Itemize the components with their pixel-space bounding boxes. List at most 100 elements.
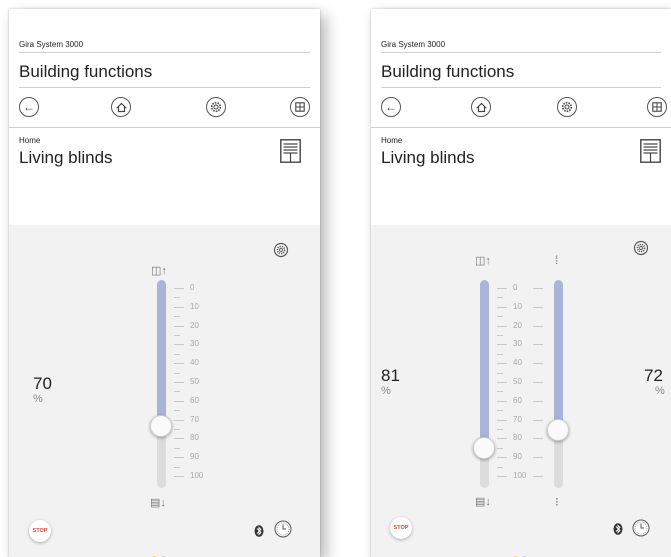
scale-label: 60 (190, 395, 199, 405)
scale-label: 0 (513, 283, 518, 292)
divider (381, 52, 661, 53)
nav-bar: ← (19, 97, 310, 119)
scale-minor-tick (497, 410, 503, 412)
scale-tick (533, 476, 543, 477)
scale-minor-tick (174, 353, 180, 355)
scale-tick (174, 306, 184, 308)
scale-tick (174, 419, 184, 421)
stop-button[interactable]: STOP (29, 520, 51, 542)
position-slider-fill (157, 280, 166, 426)
scale-label: 70 (513, 414, 522, 424)
stop-button[interactable]: STOP (390, 517, 412, 539)
timer-clock-icon[interactable] (632, 519, 650, 537)
position-scale: 0 10 20 30 40 50 60 70 80 90 100 (497, 283, 549, 480)
scale-label: 50 (190, 377, 199, 386)
blind-up-icon: ◫↑ (475, 255, 491, 267)
scale-minor-tick (497, 316, 503, 318)
scale-tick (174, 325, 184, 327)
blind-icon (640, 139, 661, 163)
divider (19, 87, 310, 88)
scale-label: 40 (513, 358, 522, 368)
scale-label: 90 (190, 452, 199, 462)
slats-closed-icon: ⁝ (555, 495, 559, 509)
scale-tick (497, 457, 507, 459)
scale-minor-tick (497, 466, 503, 468)
home-icon[interactable] (111, 97, 131, 117)
scale-minor-tick (174, 391, 180, 393)
scale-minor-tick (497, 429, 503, 430)
scale-label: 20 (513, 320, 522, 330)
scale-tick (497, 288, 507, 289)
system-label: Gira System 3000 (19, 40, 84, 49)
control-panel: ◫↑ 70 % 0 10 20 30 40 50 60 70 80 90 100 ▤↓ STOP (9, 225, 320, 557)
scale-label: 80 (513, 433, 522, 443)
scale-tick (174, 382, 184, 383)
scale-tick (533, 457, 543, 459)
position-slider-handle[interactable] (150, 414, 172, 437)
position-value: 81 (381, 366, 400, 385)
scale-label: 0 (190, 283, 195, 292)
scale-tick (533, 400, 543, 402)
position-slider-handle[interactable] (473, 437, 495, 460)
scale-minor-tick (174, 447, 180, 449)
settings-icon[interactable] (273, 242, 289, 258)
scale-tick (174, 363, 184, 365)
scale-tick (497, 306, 507, 308)
scale-minor-tick (497, 297, 503, 299)
scale-tick (533, 288, 543, 289)
slat-slider-track[interactable] (554, 280, 563, 488)
scale-minor-tick (497, 372, 503, 374)
divider (381, 87, 661, 88)
system-label: Gira System 3000 (381, 40, 446, 49)
scale-minor-tick (497, 353, 503, 355)
scale-label: 20 (190, 320, 199, 330)
page-title: Building functions (381, 62, 515, 81)
slat-slider-fill (554, 280, 563, 430)
scale-label: 100 (190, 471, 204, 480)
scale-minor-tick (497, 335, 503, 336)
breadcrumb: Home (381, 136, 403, 145)
blind-up-icon: ◫↑ (151, 265, 167, 277)
settings-icon[interactable] (633, 240, 649, 256)
scale-minor-tick (174, 335, 180, 336)
slat-slider-handle[interactable] (547, 418, 569, 441)
blind-down-icon: ▤↓ (475, 496, 491, 508)
settings-icon[interactable] (206, 97, 226, 117)
grid-icon[interactable] (290, 97, 310, 117)
scale-tick (533, 419, 543, 421)
scale-tick (533, 344, 543, 346)
home-icon[interactable] (471, 97, 491, 117)
scale-minor-tick (174, 410, 180, 412)
control-panel: ◫↑ ⁞ 81 % 72 % 0 10 20 30 40 50 60 70 80 90 100 ▤↓… (371, 225, 671, 557)
back-icon[interactable]: ← (381, 97, 401, 117)
divider (9, 127, 320, 128)
grid-icon[interactable] (647, 97, 667, 117)
position-slider-fill (480, 280, 489, 449)
settings-icon[interactable] (557, 97, 577, 117)
scale-tick (497, 419, 507, 421)
scale-tick (497, 344, 507, 346)
scale-tick (533, 363, 543, 365)
scale-tick (533, 306, 543, 308)
scale-minor-tick (174, 429, 180, 430)
scale-tick (497, 325, 507, 327)
nav-bar: ← (381, 97, 667, 119)
position-unit: % (381, 385, 391, 397)
position-value: 70 (33, 374, 52, 393)
scale-minor-tick (174, 372, 180, 374)
scale-label: 100 (513, 471, 527, 480)
slats-open-icon: ⁞ (555, 253, 559, 267)
scale-tick (174, 288, 184, 289)
scale-label: 10 (513, 301, 522, 311)
timer-clock-icon[interactable] (274, 520, 292, 538)
back-icon[interactable]: ← (19, 97, 39, 117)
scale-tick (533, 382, 543, 383)
screen-single-slider: Gira System 3000 Building functions ← Ho… (9, 9, 320, 557)
scale-tick (174, 344, 184, 346)
scale-tick (497, 363, 507, 365)
position-unit: % (33, 393, 43, 405)
scale-tick (174, 400, 184, 402)
scale-tick (497, 476, 507, 477)
scale-label: 80 (190, 433, 199, 443)
position-slider-track[interactable] (157, 280, 166, 488)
